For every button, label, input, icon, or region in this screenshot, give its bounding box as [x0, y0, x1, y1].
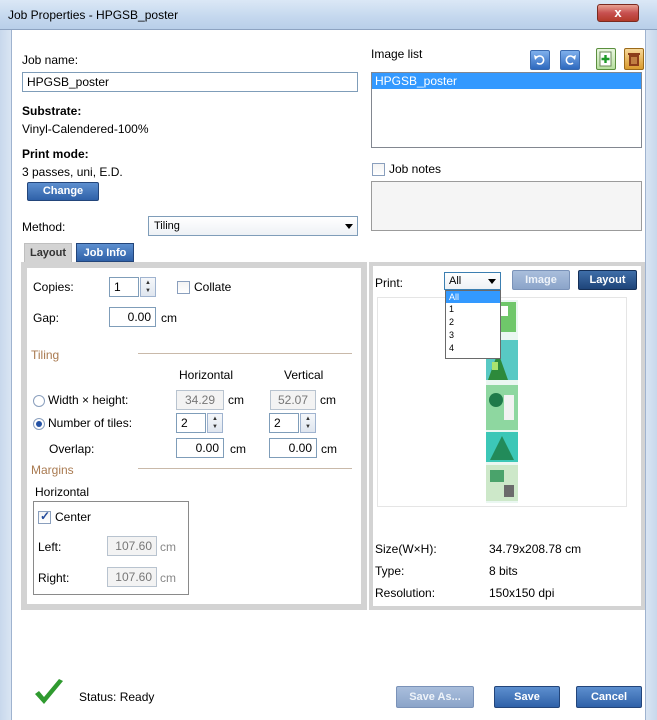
collate-checkbox[interactable] — [177, 281, 190, 294]
size-label: Size(W×H): — [375, 542, 437, 556]
save-as-button[interactable]: Save As... — [396, 686, 474, 708]
method-dropdown[interactable]: Tiling — [148, 216, 358, 236]
close-button[interactable]: x — [597, 4, 639, 22]
overlap-horizontal-unit: cm — [230, 442, 246, 456]
image-list[interactable]: HPGSB_poster — [371, 72, 642, 148]
size-value: 34.79x208.78 cm — [489, 542, 582, 556]
width-height-label: Width × height: — [48, 393, 129, 407]
overlap-horizontal-input[interactable]: 0.00 — [176, 438, 224, 458]
rotate-left-icon[interactable] — [530, 50, 550, 70]
cancel-button[interactable]: Cancel — [576, 686, 642, 708]
margins-header: Margins — [31, 463, 74, 477]
collate-label: Collate — [194, 280, 232, 294]
tiling-divider — [138, 353, 352, 354]
window-title: Job Properties - HPGSB_poster — [8, 8, 179, 22]
print-mode-value: 3 passes, uni, E.D. — [22, 165, 123, 179]
window-frame-right — [645, 30, 657, 720]
resolution-value: 150x150 dpi — [489, 586, 555, 600]
print-option-4[interactable]: 4 — [446, 342, 500, 355]
copies-label: Copies: — [33, 280, 74, 294]
resolution-label: Resolution: — [375, 586, 436, 600]
method-label: Method: — [22, 220, 66, 234]
right-margin-unit: cm — [160, 571, 176, 585]
tile-width-input[interactable]: 34.29 — [176, 390, 224, 410]
gap-unit: cm — [161, 311, 177, 325]
method-dropdown-value: Tiling — [154, 220, 180, 232]
left-margin-unit: cm — [160, 540, 176, 554]
width-height-radio[interactable] — [33, 395, 45, 407]
spin-down-icon[interactable]: ▼ — [301, 423, 315, 432]
vertical-column-header: Vertical — [284, 368, 324, 382]
number-of-tiles-radio[interactable] — [33, 418, 45, 430]
rotate-right-icon[interactable] — [560, 50, 580, 70]
print-label: Print: — [375, 276, 404, 290]
copies-spinner[interactable]: ▲ ▼ — [140, 277, 156, 297]
checkmark-icon — [32, 676, 66, 710]
center-label: Center — [55, 510, 92, 524]
tiles-horizontal-input[interactable]: 2 — [176, 413, 206, 433]
type-label: Type: — [375, 564, 405, 578]
number-of-tiles-label: Number of tiles: — [48, 416, 133, 430]
list-item[interactable]: HPGSB_poster — [372, 73, 641, 89]
job-name-label: Job name: — [22, 53, 79, 67]
overlap-vertical-input[interactable]: 0.00 — [269, 438, 317, 458]
image-view-button[interactable]: Image — [512, 270, 570, 290]
spin-down-icon[interactable]: ▼ — [141, 287, 155, 296]
job-notes-checkbox[interactable] — [372, 163, 385, 176]
change-print-mode-button[interactable]: Change — [27, 182, 99, 201]
job-notes-textarea[interactable] — [371, 181, 642, 231]
type-value: 8 bits — [489, 564, 518, 578]
tile-height-unit: cm — [320, 393, 336, 407]
save-button[interactable]: Save — [494, 686, 560, 708]
tab-job-info[interactable]: Job Info — [76, 243, 134, 262]
print-dropdown-list[interactable]: All 1 2 3 4 — [445, 290, 501, 359]
margins-horizontal-label: Horizontal — [35, 485, 90, 499]
left-margin-input[interactable]: 107.60 — [107, 536, 157, 556]
right-margin-input[interactable]: 107.60 — [107, 567, 157, 587]
print-mode-label: Print mode: — [22, 147, 89, 161]
status-text: Status: Ready — [79, 690, 155, 704]
substrate-label: Substrate: — [22, 104, 82, 118]
chevron-down-icon — [345, 224, 353, 229]
left-margin-label: Left: — [38, 540, 62, 554]
print-dropdown[interactable]: All — [444, 272, 501, 290]
tile-height-input[interactable]: 52.07 — [270, 390, 316, 410]
center-checkbox[interactable] — [38, 509, 51, 524]
print-option-2[interactable]: 2 — [446, 316, 500, 329]
print-option-1[interactable]: 1 — [446, 303, 500, 316]
image-list-label: Image list — [371, 47, 423, 61]
job-notes-label: Job notes — [389, 162, 442, 176]
layout-view-button[interactable]: Layout — [578, 270, 637, 290]
chevron-down-icon — [488, 279, 496, 284]
gap-label: Gap: — [33, 311, 60, 325]
right-margin-label: Right: — [38, 571, 70, 585]
tile-width-unit: cm — [228, 393, 244, 407]
spin-down-icon[interactable]: ▼ — [208, 423, 222, 432]
window-frame-left — [0, 30, 12, 720]
overlap-vertical-unit: cm — [321, 442, 337, 456]
overlap-label: Overlap: — [49, 442, 95, 456]
tiles-horizontal-spinner[interactable]: ▲ ▼ — [207, 413, 223, 433]
copies-input[interactable]: 1 — [109, 277, 139, 297]
horizontal-column-header: Horizontal — [179, 368, 234, 382]
title-bar: Job Properties - HPGSB_poster x — [0, 0, 657, 30]
job-name-input[interactable]: HPGSB_poster — [22, 72, 358, 92]
substrate-value: Vinyl-Calendered-100% — [22, 122, 149, 136]
tiles-vertical-input[interactable]: 2 — [269, 413, 299, 433]
print-option-3[interactable]: 3 — [446, 329, 500, 342]
print-dropdown-value: All — [449, 275, 462, 287]
print-option-all[interactable]: All — [446, 291, 500, 303]
tiles-vertical-spinner[interactable]: ▲ ▼ — [300, 413, 316, 433]
tab-layout[interactable]: Layout — [24, 243, 72, 263]
margins-divider — [138, 468, 352, 469]
delete-icon[interactable] — [624, 48, 644, 70]
tiling-header: Tiling — [31, 348, 60, 362]
gap-input[interactable]: 0.00 — [109, 307, 156, 327]
add-image-icon[interactable] — [596, 48, 616, 70]
